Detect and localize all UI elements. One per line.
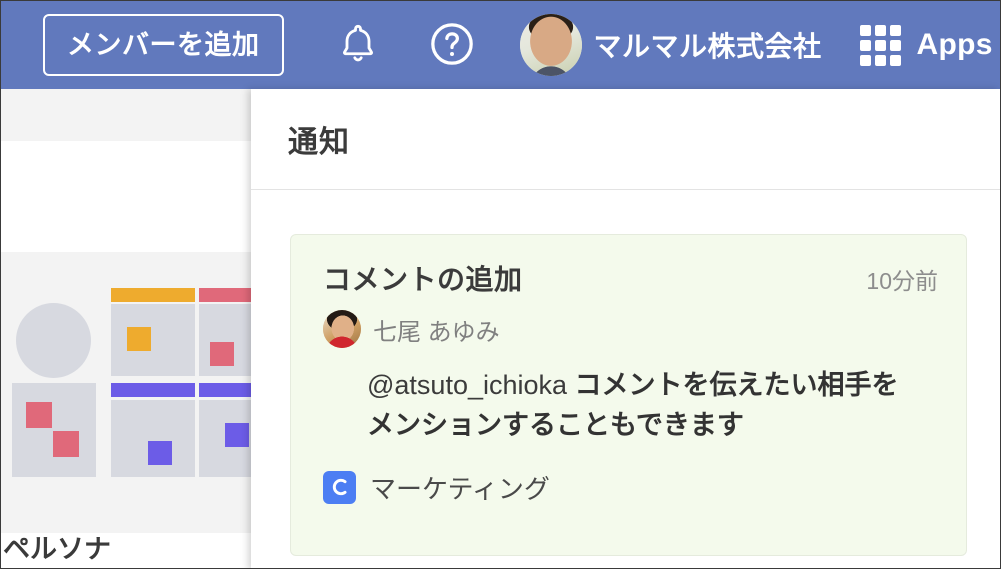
background-top-strip: [1, 89, 253, 141]
placeholder-square-red: [26, 402, 52, 428]
placeholder-square-red: [53, 431, 79, 457]
background-page: ペルソナ: [1, 89, 253, 569]
author-name: 七尾 あゆみ: [373, 312, 500, 347]
apps-label: Apps: [917, 28, 993, 62]
background-clipped-text: ペルソナ: [3, 537, 111, 569]
cybozu-app-icon: [323, 471, 356, 504]
bell-icon: [338, 22, 378, 69]
placeholder-square-purple: [225, 423, 249, 447]
author-avatar: [323, 310, 361, 348]
notification-list: コメントの追加 10分前 七尾 あゆみ @atsuto_ichioka コメント…: [251, 190, 1000, 556]
notification-timestamp: 10分前: [866, 262, 938, 296]
notification-title: コメントの追加: [323, 258, 523, 298]
background-content-area: [1, 252, 253, 569]
app-window: メンバーを追加 マルマル株式会社: [0, 0, 1001, 569]
help-button[interactable]: [426, 16, 478, 74]
placeholder-illustration: [11, 290, 253, 518]
notification-panel: 通知 コメントの追加 10分前 七尾 あゆみ @atsuto_ichioka コ…: [251, 89, 1000, 569]
user-account-chip[interactable]: マルマル株式会社: [520, 14, 822, 76]
placeholder-square-orange: [127, 327, 151, 351]
apps-launcher-button[interactable]: Apps: [860, 25, 993, 66]
placeholder-bar-purple: [199, 383, 253, 397]
placeholder-card: [111, 400, 195, 477]
apps-grid-icon: [860, 25, 901, 66]
notification-source[interactable]: マーケティング: [323, 469, 938, 506]
app-name: マーケティング: [370, 469, 550, 506]
placeholder-circle: [16, 303, 91, 378]
placeholder-card: [111, 304, 195, 376]
notification-item-top: コメントの追加 10分前: [323, 258, 938, 298]
notifications-bell-button[interactable]: [332, 16, 384, 74]
add-member-button[interactable]: メンバーを追加: [43, 14, 284, 76]
question-circle-icon: [429, 21, 475, 70]
placeholder-bar-purple: [111, 383, 195, 397]
placeholder-card: [12, 383, 96, 477]
avatar: [520, 14, 582, 76]
notification-author: 七尾 あゆみ: [323, 310, 938, 348]
placeholder-square-red: [210, 342, 234, 366]
placeholder-bar-red: [199, 288, 253, 302]
notification-panel-header: 通知: [251, 89, 1000, 190]
notification-message: @atsuto_ichioka コメントを伝えたい相手をメンションすることもでき…: [367, 366, 917, 446]
company-name: マルマル株式会社: [594, 25, 822, 65]
placeholder-bar-orange: [111, 288, 195, 302]
background-white-block: [1, 141, 253, 252]
top-header-bar: メンバーを追加 マルマル株式会社: [1, 1, 1000, 89]
notification-item[interactable]: コメントの追加 10分前 七尾 あゆみ @atsuto_ichioka コメント…: [290, 234, 967, 556]
mention-token[interactable]: @atsuto_ichioka: [367, 370, 567, 400]
panel-title: 通知: [288, 117, 350, 161]
placeholder-square-purple: [148, 441, 172, 465]
